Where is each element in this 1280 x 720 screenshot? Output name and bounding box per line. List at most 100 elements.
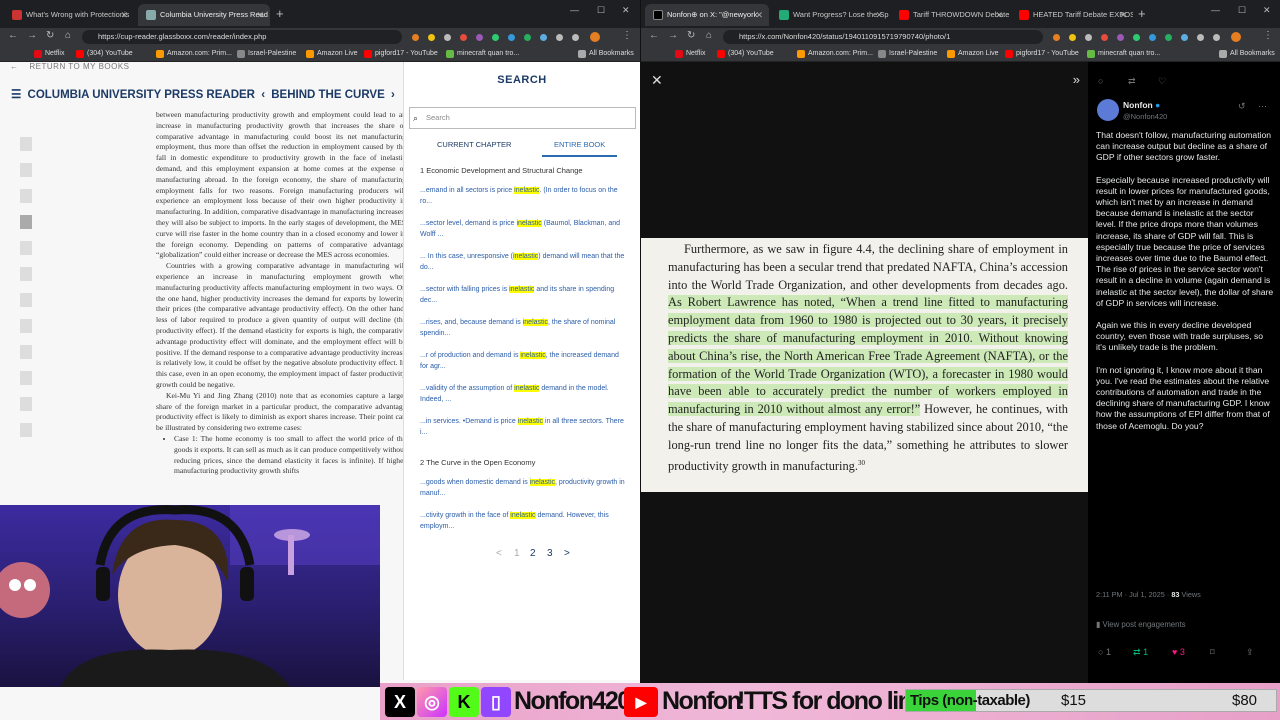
expand-chevron-icon[interactable]: » [1073,72,1080,87]
close-tab-icon[interactable]: ✕ [1119,4,1127,26]
search-result[interactable]: ...r of production and demand is inelast… [420,351,625,372]
search-result[interactable]: ...in services. •Demand is price inelast… [420,417,625,438]
tab-tariff-throwdown[interactable]: Tariff THROWDOWN Debate ✕ [891,4,1009,26]
author-name[interactable]: Nonfon ● [1123,100,1160,110]
bookmark-israel-palestine[interactable]: Israel-Palestine [878,47,937,61]
bookmark-amazon-live[interactable]: Amazon Live [306,47,357,61]
search-result[interactable]: ... In this case, unresponsive (inelasti… [420,252,625,273]
close-icon[interactable]: ✕ [651,72,663,89]
like-icon[interactable]: ♡ [1158,76,1166,87]
extension-icon[interactable] [460,34,467,41]
minimize-icon[interactable]: — [1211,5,1220,15]
tweet-time[interactable]: 2:11 PM · Jul 1, 2025 · [1096,590,1171,599]
grok-icon[interactable]: ↺ [1238,101,1246,112]
extension-icon[interactable] [540,34,547,41]
search-result[interactable]: ...sector with falling prices is inelast… [420,285,625,306]
reload-icon[interactable]: ↻ [46,30,54,41]
extension-icon[interactable] [1053,34,1060,41]
back-icon[interactable]: ← [8,30,18,41]
maximize-icon[interactable]: ☐ [597,5,605,16]
extension-icon[interactable] [508,34,515,41]
extension-icon[interactable] [1133,34,1140,41]
pager-next[interactable]: > [564,548,570,559]
thumbnail[interactable] [20,371,32,385]
tab-protectionism[interactable]: What's Wrong with Protectionis ✕ [4,4,134,26]
repost-icon[interactable]: ⇄ [1128,76,1136,87]
thumbnail[interactable] [20,293,32,307]
minimize-icon[interactable]: — [570,5,579,15]
search-result[interactable]: ...emand in all sectors is price inelast… [420,186,625,207]
search-result[interactable]: ...ctivity growth in the face of inelast… [420,511,625,532]
reload-icon[interactable]: ↻ [687,30,695,41]
extension-icon[interactable] [492,34,499,41]
forward-icon[interactable]: → [668,30,678,41]
extension-icon[interactable] [524,34,531,41]
bookmark-israel-palestine[interactable]: Israel-Palestine [237,47,296,61]
address-bar[interactable]: https://x.com/Nonfon420/status/194011091… [723,30,1043,44]
search-result[interactable]: ...sector level, demand is price inelast… [420,219,625,240]
extension-icon[interactable] [428,34,435,41]
close-tab-icon[interactable]: ✕ [120,4,128,26]
hamburger-icon[interactable]: ☰ [11,89,21,101]
pager-page-3[interactable]: 3 [547,548,553,559]
tab-heated-tariff[interactable]: HEATED Tariff Debate EXPOS ✕ [1011,4,1133,26]
extension-icon[interactable] [444,34,451,41]
extension-icon[interactable] [572,34,579,41]
thumbnail[interactable] [20,241,32,255]
thumbnail[interactable] [20,397,32,411]
reply-button[interactable]: ○ 1 [1098,647,1111,657]
extension-icon[interactable] [1165,34,1172,41]
like-button[interactable]: ♥ 3 [1172,647,1185,657]
tab-x-post[interactable]: Nonfon⊕ on X: "@newyork ✕ [645,4,769,26]
bookmark-netflix[interactable]: Netflix [675,47,705,61]
bookmark-pigford[interactable]: pigford17 - YouTube [364,47,438,61]
repost-button[interactable]: ⇄ 1 [1133,647,1148,658]
bookmark-youtube[interactable]: (304) YouTube [717,47,774,61]
thumbnail[interactable] [20,345,32,359]
avatar[interactable] [1097,99,1119,121]
profile-avatar[interactable] [590,32,600,42]
close-window-icon[interactable]: ✕ [1263,5,1271,16]
search-result[interactable]: ...rises, and, because demand is inelast… [420,318,625,339]
pager-page-2[interactable]: 2 [530,548,536,559]
thumbnail[interactable] [20,215,32,229]
search-result[interactable]: ...goods when domestic demand is inelast… [420,478,625,499]
thumbnail[interactable] [20,189,32,203]
extension-icon[interactable] [476,34,483,41]
thumbnail[interactable] [20,319,32,333]
extension-icon[interactable] [1085,34,1092,41]
close-window-icon[interactable]: ✕ [622,5,630,16]
search-result[interactable]: ...validity of the assumption of inelast… [420,384,625,405]
tab-current-chapter[interactable]: CURRENT CHAPTER [437,140,511,149]
profile-avatar[interactable] [1231,32,1241,42]
new-tab-icon[interactable]: + [276,6,284,21]
search-input[interactable]: ⌕ Search [409,107,636,129]
close-tab-icon[interactable]: ✕ [256,4,264,26]
thumbnail[interactable] [20,423,32,437]
extension-icon[interactable] [1101,34,1108,41]
all-bookmarks[interactable]: All Bookmarks [578,47,634,61]
extension-icon[interactable] [412,34,419,41]
maximize-icon[interactable]: ☐ [1238,5,1246,16]
prev-chapter-icon[interactable]: ‹ [261,89,265,101]
bookmark-amazon-live[interactable]: Amazon Live [947,47,998,61]
extension-icon[interactable] [1069,34,1076,41]
bookmark-youtube[interactable]: (304) YouTube [76,47,133,61]
home-icon[interactable]: ⌂ [706,30,712,41]
home-icon[interactable]: ⌂ [65,30,71,41]
bookmark-pigford[interactable]: pigford17 - YouTube [1005,47,1079,61]
bookmark-netflix[interactable]: Netflix [34,47,64,61]
tab-entire-book[interactable]: ENTIRE BOOK [542,140,618,157]
address-bar[interactable]: https://cup-reader.glassboxx.com/reader/… [82,30,402,44]
back-icon[interactable]: ← [649,30,659,41]
tab-columbia-reader[interactable]: Columbia University Press Read ✕ [138,4,270,26]
new-tab-icon[interactable]: + [1138,6,1146,21]
close-tab-icon[interactable]: ✕ [875,4,883,26]
extension-icon[interactable] [1197,34,1204,41]
bookmark-minecraft[interactable]: minecraft quan tro... [1087,47,1160,61]
more-options-icon[interactable]: ⋯ [1258,101,1267,112]
extension-icon[interactable] [1213,34,1220,41]
author-handle[interactable]: @Nonfon420 [1123,112,1167,121]
close-tab-icon[interactable]: ✕ [755,4,763,26]
next-chapter-icon[interactable]: › [391,89,395,101]
